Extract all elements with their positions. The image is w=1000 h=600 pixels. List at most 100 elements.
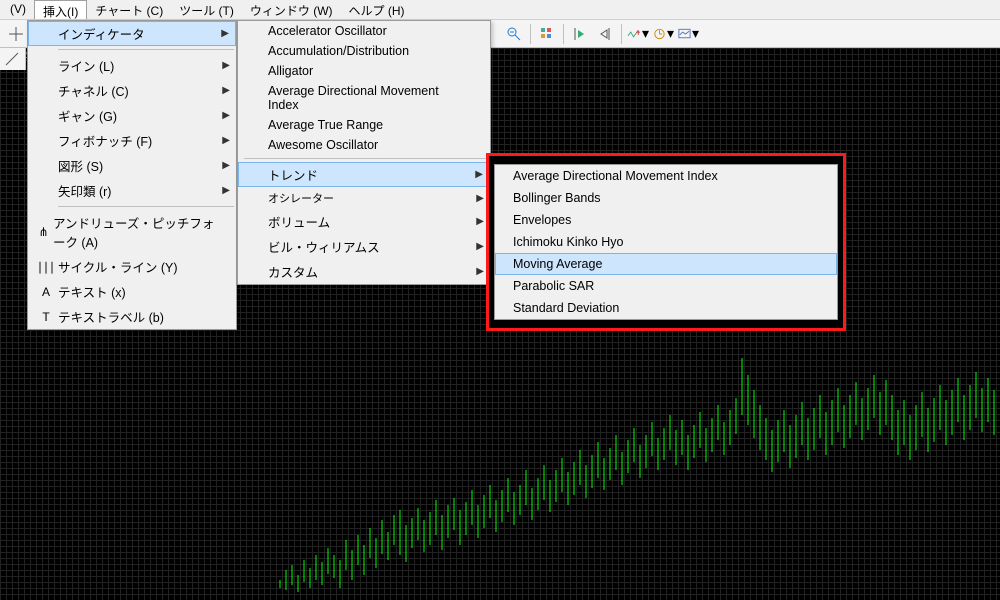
- menu-help[interactable]: ヘルプ (H): [341, 0, 413, 19]
- menu-chart[interactable]: チャート (C): [87, 0, 171, 19]
- menu-label: Accelerator Oscillator: [268, 24, 387, 38]
- menu-item-custom[interactable]: カスタム ▶: [238, 259, 490, 284]
- chevron-right-icon: ▶: [222, 185, 230, 196]
- text-icon: A: [34, 285, 58, 299]
- menu-insert[interactable]: 挿入(I): [34, 0, 87, 19]
- pitchfork-icon: ⋔: [34, 225, 53, 239]
- indicator-add-icon[interactable]: ▾: [626, 23, 650, 45]
- menu-item-admi[interactable]: Average Directional Movement Index: [238, 81, 490, 115]
- menu-item-line[interactable]: ライン (L) ▶: [28, 53, 236, 78]
- separator: [244, 158, 488, 159]
- menu-item-psar[interactable]: Parabolic SAR: [495, 275, 837, 297]
- menu-label: Alligator: [268, 64, 313, 78]
- zoom-out-icon[interactable]: [502, 23, 526, 45]
- menu-label: Average Directional Movement Index: [513, 169, 718, 183]
- menu-item-bill[interactable]: ビル・ウィリアムス ▶: [238, 234, 490, 259]
- menu-label: フィボナッチ (F): [58, 131, 152, 150]
- menu-item-cycle[interactable]: ∣∣∣サイクル・ライン (Y): [28, 254, 236, 279]
- auto-scroll-icon[interactable]: [593, 23, 617, 45]
- menu-trend-popup: Average Directional Movement Index Bolli…: [494, 164, 838, 320]
- menu-item-trend[interactable]: トレンド ▶: [238, 162, 490, 187]
- menu-label: サイクル・ライン (Y): [58, 257, 178, 276]
- textlabel-icon: T: [34, 310, 58, 324]
- menu-tool[interactable]: ツール (T): [171, 0, 242, 19]
- chevron-right-icon: ▶: [476, 216, 484, 227]
- menu-label: Ichimoku Kinko Hyo: [513, 235, 623, 249]
- menu-item-ichi[interactable]: Ichimoku Kinko Hyo: [495, 231, 837, 253]
- menu-item-bb[interactable]: Bollinger Bands: [495, 187, 837, 209]
- chevron-right-icon: ▶: [222, 60, 230, 71]
- menu-item-textlabel[interactable]: Tテキストラベル (b): [28, 304, 236, 329]
- chevron-right-icon: ▶: [221, 28, 229, 39]
- template-icon[interactable]: ▾: [676, 23, 700, 45]
- menu-label: ビル・ウィリアムス: [268, 237, 380, 256]
- menu-label: ボリューム: [268, 212, 330, 231]
- menu-label: ライン (L): [58, 56, 114, 75]
- separator: [530, 24, 531, 44]
- chevron-right-icon: ▶: [222, 110, 230, 121]
- candlestick-chart: [0, 340, 1000, 600]
- separator: [621, 24, 622, 44]
- menu-label: Average True Range: [268, 118, 383, 132]
- menu-item-alligator[interactable]: Alligator: [238, 61, 490, 81]
- menu-item-indicators[interactable]: インディケータ ▶: [28, 21, 236, 46]
- separator: [58, 206, 234, 207]
- menu-item-trend-admi[interactable]: Average Directional Movement Index: [495, 165, 837, 187]
- chevron-right-icon: ▶: [476, 266, 484, 277]
- menu-item-oscillator[interactable]: オシレーター▶: [238, 187, 490, 209]
- menu-item-awesome[interactable]: Awesome Oscillator: [238, 135, 490, 155]
- menu-insert-popup: インディケータ ▶ ライン (L) ▶ チャネル (C) ▶ ギャン (G) ▶ フィ…: [27, 20, 237, 330]
- menu-item-ma[interactable]: Moving Average: [495, 253, 837, 275]
- menu-item-gann[interactable]: ギャン (G) ▶: [28, 103, 236, 128]
- tb-crosshair-icon[interactable]: [4, 23, 28, 45]
- menu-indicators-popup: Accelerator Oscillator Accumulation/Dist…: [237, 20, 491, 285]
- menu-label: アンドリューズ・ピッチフォーク (A): [53, 213, 216, 251]
- menu-label: Parabolic SAR: [513, 279, 594, 293]
- menu-item-shape[interactable]: 図形 (S)▶: [28, 153, 236, 178]
- menu-item-accel[interactable]: Accelerator Oscillator: [238, 21, 490, 41]
- chevron-right-icon: ▶: [222, 160, 230, 171]
- menu-label: トレンド: [268, 165, 318, 184]
- menu-label: Standard Deviation: [513, 301, 619, 315]
- menu-label: テキストラベル (b): [58, 307, 164, 326]
- menu-label: 矢印類 (r): [58, 181, 111, 200]
- menu-label: Awesome Oscillator: [268, 138, 378, 152]
- line-tool-icon[interactable]: [0, 48, 24, 70]
- menu-window[interactable]: ウィンドウ (W): [242, 0, 341, 19]
- grid-icon[interactable]: [535, 23, 559, 45]
- chevron-right-icon: ▶: [222, 135, 230, 146]
- menu-item-env[interactable]: Envelopes: [495, 209, 837, 231]
- chevron-right-icon: ▶: [476, 241, 484, 252]
- menu-label: Envelopes: [513, 213, 571, 227]
- menu-label: Accumulation/Distribution: [268, 44, 409, 58]
- menu-label: Moving Average: [513, 257, 602, 271]
- menu-item-stddev[interactable]: Standard Deviation: [495, 297, 837, 319]
- menu-label: カスタム: [268, 262, 318, 281]
- menu-label: インディケータ: [58, 24, 145, 43]
- menu-item-text[interactable]: Aテキスト (x): [28, 279, 236, 304]
- shift-end-icon[interactable]: [568, 23, 592, 45]
- chevron-right-icon: ▶: [475, 169, 483, 180]
- menu-label: テキスト (x): [58, 282, 126, 301]
- menu-label: オシレーター: [268, 190, 334, 206]
- separator: [58, 49, 234, 50]
- menubar: (V) 挿入(I) チャート (C) ツール (T) ウィンドウ (W) ヘルプ…: [0, 0, 1000, 20]
- cycle-icon: ∣∣∣: [34, 260, 58, 274]
- menu-item-atr[interactable]: Average True Range: [238, 115, 490, 135]
- period-icon[interactable]: ▾: [651, 23, 675, 45]
- menu-item-arrow[interactable]: 矢印類 (r) ▶: [28, 178, 236, 203]
- side-toolbar: [0, 48, 26, 70]
- menu-item-channel[interactable]: チャネル (C) ▶: [28, 78, 236, 103]
- separator: [563, 24, 564, 44]
- menu-label: チャネル (C): [58, 81, 129, 100]
- menu-label: Bollinger Bands: [513, 191, 601, 205]
- menu-label: Average Directional Movement Index: [268, 84, 470, 112]
- menu-label: ギャン (G): [58, 106, 117, 125]
- menu-item-accum[interactable]: Accumulation/Distribution: [238, 41, 490, 61]
- highlight-box: Average Directional Movement Index Bolli…: [486, 153, 846, 331]
- menu-item-fibo[interactable]: フィボナッチ (F) ▶: [28, 128, 236, 153]
- chevron-right-icon: ▶: [222, 85, 230, 96]
- menu-view[interactable]: (V): [2, 0, 34, 19]
- menu-item-volume[interactable]: ボリューム ▶: [238, 209, 490, 234]
- menu-item-pitchfork[interactable]: ⋔アンドリューズ・ピッチフォーク (A): [28, 210, 236, 254]
